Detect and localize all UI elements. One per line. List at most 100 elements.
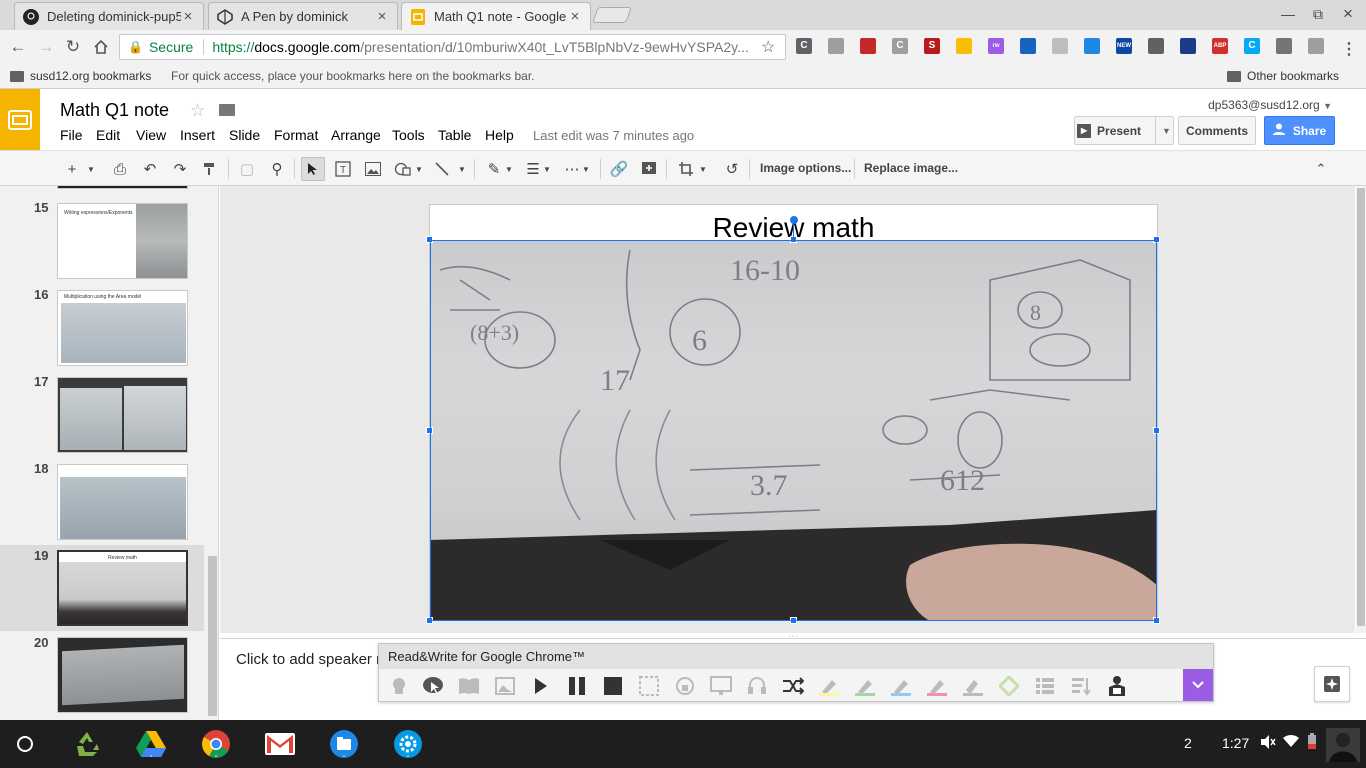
extension-icon[interactable]: [956, 38, 972, 54]
add-comment-icon[interactable]: [637, 157, 661, 181]
new-slide-dropdown-icon[interactable]: ▼: [84, 157, 98, 181]
screenshot-reader-icon[interactable]: [637, 674, 661, 698]
present-button[interactable]: ▶ Present ▼: [1074, 116, 1174, 145]
menu-file[interactable]: File: [60, 127, 83, 143]
pause-icon[interactable]: [565, 674, 589, 698]
stop-icon[interactable]: [601, 674, 625, 698]
slide-thumbnail-19[interactable]: Review math: [57, 550, 188, 626]
resize-handle[interactable]: [1153, 427, 1160, 434]
share-button[interactable]: Share: [1264, 116, 1335, 145]
simplify-icon[interactable]: [1069, 674, 1093, 698]
menu-insert[interactable]: Insert: [180, 127, 215, 143]
extension-icon[interactable]: [1308, 38, 1324, 54]
border-color-dropdown-icon[interactable]: ▼: [503, 157, 515, 181]
extension-icon[interactable]: S: [924, 38, 940, 54]
extension-icon[interactable]: [1276, 38, 1292, 54]
chrome-menu-icon[interactable]: ⋮: [1341, 39, 1357, 59]
slide-thumbnail[interactable]: [57, 186, 188, 189]
resize-handle[interactable]: [426, 617, 433, 624]
line-dropdown-icon[interactable]: ▼: [456, 157, 468, 181]
shape-dropdown-icon[interactable]: ▼: [413, 157, 425, 181]
new-tab-button[interactable]: [592, 7, 632, 23]
canvas-scrollbar[interactable]: [1356, 186, 1366, 633]
gmail-icon[interactable]: [264, 728, 296, 760]
back-icon[interactable]: ←: [8, 37, 28, 57]
voice-note-icon[interactable]: [745, 674, 769, 698]
close-icon[interactable]: ×: [375, 8, 389, 25]
prediction-icon[interactable]: [387, 674, 411, 698]
google-drive-icon[interactable]: [135, 728, 167, 760]
home-icon[interactable]: [91, 37, 111, 57]
readwrite-title[interactable]: Read&Write for Google Chrome™: [379, 644, 1213, 669]
new-slide-icon[interactable]: +: [60, 157, 84, 181]
launcher-icon[interactable]: [9, 728, 41, 760]
extension-icon[interactable]: C: [796, 38, 812, 54]
document-title[interactable]: Math Q1 note: [60, 100, 169, 121]
extension-icon[interactable]: [828, 38, 844, 54]
zoom-icon[interactable]: ⚲: [265, 157, 289, 181]
tab-codepen[interactable]: A Pen by dominick ×: [208, 2, 398, 30]
line-icon[interactable]: [430, 157, 454, 181]
dictionary-icon[interactable]: [457, 674, 481, 698]
practice-reading-icon[interactable]: [1105, 674, 1129, 698]
extension-icon[interactable]: [1020, 38, 1036, 54]
tab-google-slides[interactable]: Math Q1 note - Google Sl ×: [401, 2, 591, 30]
present-dropdown-icon[interactable]: ▼: [1155, 117, 1171, 144]
minimize-icon[interactable]: —: [1278, 4, 1298, 24]
rotate-handle[interactable]: [790, 216, 798, 224]
forward-icon[interactable]: →: [36, 37, 56, 57]
window-close-icon[interactable]: ×: [1338, 4, 1358, 24]
text-box-icon[interactable]: T: [331, 157, 355, 181]
files-icon[interactable]: [328, 728, 360, 760]
slide-thumbnail-20[interactable]: [57, 637, 188, 713]
maximize-icon[interactable]: ⧉: [1308, 4, 1328, 24]
extension-icon[interactable]: [1084, 38, 1100, 54]
resize-handle[interactable]: [426, 236, 433, 243]
wifi-icon[interactable]: [1283, 734, 1299, 751]
extension-icon[interactable]: [1052, 38, 1068, 54]
image-options-button[interactable]: Image options...: [760, 161, 851, 175]
talk-and-type-icon[interactable]: [421, 674, 445, 698]
border-weight-dropdown-icon[interactable]: ▼: [541, 157, 553, 181]
menu-help[interactable]: Help: [485, 127, 514, 143]
collapse-toolbar-icon[interactable]: ⌃: [1309, 157, 1333, 181]
resize-handle[interactable]: [790, 617, 797, 624]
menu-arrange[interactable]: Arrange: [331, 127, 381, 143]
menu-format[interactable]: Format: [274, 127, 318, 143]
undo-icon[interactable]: ↶: [138, 157, 162, 181]
play-icon[interactable]: [529, 674, 553, 698]
link-icon[interactable]: 🔗: [607, 157, 631, 181]
notification-count[interactable]: 2: [1184, 735, 1192, 751]
battery-icon[interactable]: [1308, 733, 1316, 752]
extension-icon[interactable]: [1180, 38, 1196, 54]
image-icon[interactable]: [361, 157, 385, 181]
explore-button[interactable]: [1314, 666, 1350, 702]
shape-icon[interactable]: [391, 157, 415, 181]
select-icon[interactable]: [301, 157, 325, 181]
url-text[interactable]: https://docs.google.com/presentation/d/1…: [212, 39, 761, 55]
mute-icon[interactable]: [1260, 734, 1276, 753]
notes-resize-handle[interactable]: ⋯: [788, 631, 798, 642]
extension-icon[interactable]: rw: [988, 38, 1004, 54]
resize-handle[interactable]: [1153, 236, 1160, 243]
resize-handle[interactable]: [1153, 617, 1160, 624]
slides-logo-icon[interactable]: [0, 89, 40, 150]
slide-image[interactable]: 6 16-10 17 3.7 612 8 (8+3): [430, 240, 1157, 621]
star-icon[interactable]: ☆: [190, 101, 205, 121]
readwrite-collapse-icon[interactable]: [1183, 669, 1213, 701]
resize-handle[interactable]: [790, 236, 797, 243]
zoom-fit-icon[interactable]: ▢: [235, 157, 259, 181]
filmstrip-scrollbar[interactable]: [208, 556, 217, 716]
other-bookmarks[interactable]: Other bookmarks: [1227, 69, 1339, 83]
extension-icon[interactable]: C: [1244, 38, 1260, 54]
address-bar[interactable]: 🔒 Secure https://docs.google.com/present…: [119, 34, 786, 60]
bookmark-folder-susd12[interactable]: susd12.org bookmarks: [10, 69, 151, 83]
redo-icon[interactable]: ↷: [168, 157, 192, 181]
slide-thumbnail-16[interactable]: Multiplication using the Area model: [57, 290, 188, 366]
extension-icon[interactable]: [1148, 38, 1164, 54]
menu-view[interactable]: View: [136, 127, 166, 143]
menu-edit[interactable]: Edit: [96, 127, 120, 143]
comments-button[interactable]: Comments: [1178, 116, 1256, 145]
slide-thumbnail-18[interactable]: [57, 464, 188, 540]
extension-icon[interactable]: NEW: [1116, 38, 1132, 54]
